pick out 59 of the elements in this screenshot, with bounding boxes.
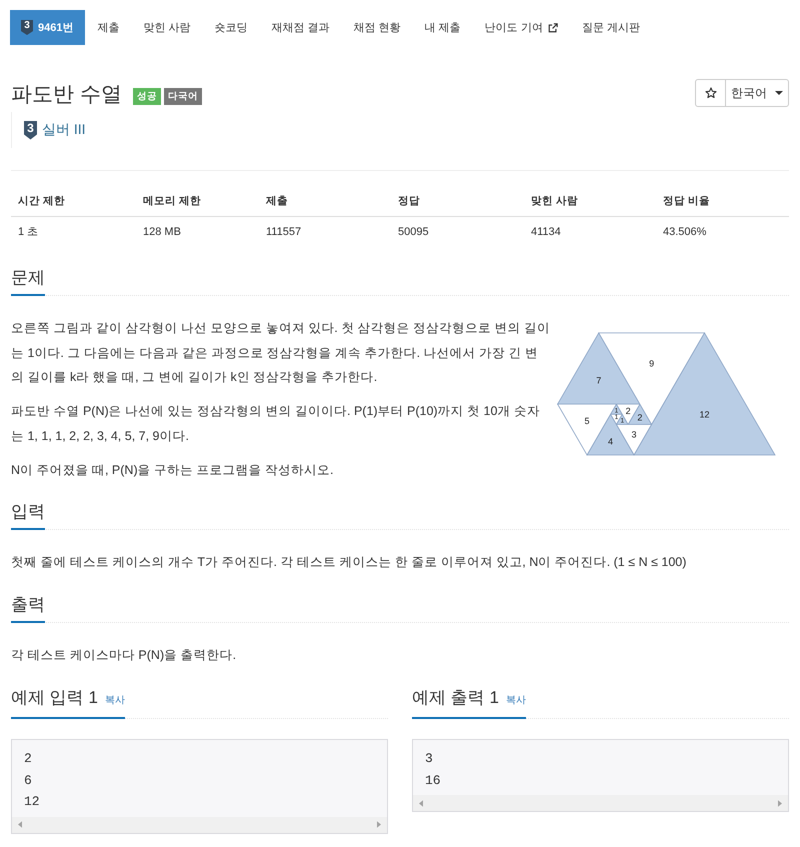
- problem-tag: 다국어: [164, 88, 202, 104]
- scroll-left-icon[interactable]: [419, 800, 423, 806]
- sample-text: 3 16: [424, 750, 442, 790]
- horizontal-scrollbar[interactable]: [12, 816, 387, 832]
- table-header-cell: 정답 비율: [656, 185, 789, 217]
- triangle-label: 4: [608, 436, 613, 446]
- sample-heading: 예제 출력 1: [412, 687, 499, 709]
- description-paragraph: 각 테스트 케이스마다 P(N)을 출력한다.: [11, 646, 238, 664]
- section-heading: 출력: [11, 588, 45, 622]
- section-heading: 문제: [11, 262, 45, 296]
- table-cell-text: 41134: [530, 225, 562, 240]
- nav-tab[interactable]: 채점 현황: [342, 10, 413, 45]
- scroll-right-icon[interactable]: [778, 800, 782, 806]
- table-cell-text: 128 MB: [142, 225, 182, 240]
- horizontal-scrollbar[interactable]: [413, 795, 788, 811]
- table-header-cell: 메모리 제한: [136, 185, 259, 217]
- triangle-label: 2: [637, 412, 642, 423]
- description-paragraph: N이 주어졌을 때, P(N)을 구하는 프로그램을 작성하시오.: [11, 462, 334, 479]
- table-header-cell: 정답: [391, 185, 524, 217]
- tier-badge: 3: [21, 20, 33, 35]
- triangle-label: 2: [626, 406, 631, 416]
- table-header-cell: 제출: [259, 185, 391, 217]
- external-link-icon: [548, 22, 558, 32]
- problem-title: 파도반 수열: [11, 82, 122, 108]
- nav-tab[interactable]: 3 9461번: [10, 10, 86, 45]
- sample-text: 2 6 12: [23, 750, 41, 811]
- problem-tag: 성공: [132, 88, 161, 104]
- scroll-right-icon[interactable]: [377, 821, 381, 828]
- copy-link[interactable]: 복사: [506, 685, 526, 717]
- table-header-cell: 맞힌 사람: [524, 185, 656, 217]
- tier-badge: 3: [24, 120, 37, 140]
- nav-tab[interactable]: 내 제출: [412, 10, 473, 45]
- table-cell-text: 1 초: [17, 225, 40, 240]
- description-paragraph: 오른쪽 그림과 같이 삼각형이 나선 모양으로 놓여져 있다. 첫 삼각형은 정삼각형으로 변의 길이는 1이다. 그 다음에는 다음과 같은 과정으로 정삼각형을 계속 추가한다. 나선에서 가장 긴 변의 길이를 k라 했을 때, 그 변에 길이가 k인 정삼각형을 추가한다.: [11, 320, 551, 386]
- triangle-label: 3: [632, 430, 636, 440]
- caret-icon: [775, 91, 783, 95]
- nav-tab[interactable]: 재채점 결과: [260, 10, 342, 45]
- scroll-left-icon[interactable]: [18, 821, 22, 828]
- table-cell-text: 50095: [397, 225, 430, 240]
- star-button[interactable]: [695, 79, 726, 107]
- table-cell-text: 43.506%: [662, 225, 708, 240]
- section-heading: 입력: [11, 496, 45, 530]
- nav-tab[interactable]: 숏코딩: [202, 10, 260, 45]
- triangle-label: 12: [700, 409, 710, 420]
- triangle-label: 9: [649, 358, 654, 368]
- table-header-cell: 시간 제한: [11, 185, 136, 217]
- language-dropdown[interactable]: 한국어: [725, 79, 789, 107]
- description-paragraph: 파도반 수열 P(N)은 나선에 있는 정삼각형의 변의 길이이다. P(1)부터 P(10)까지 첫 10개 숫자는 1, 1, 1, 2, 2, 3, 4, 5, 7, 9이다.: [11, 403, 541, 444]
- description-paragraph: 첫째 줄에 테스트 케이스의 개수 T가 주어진다. 각 테스트 케이스는 한 줄로 이루어져 있고, N이 주어진다. (1 ≤ N ≤ 100): [11, 554, 688, 571]
- nav-tab[interactable]: 질문 게시판: [570, 10, 652, 45]
- copy-link[interactable]: 복사: [104, 685, 125, 717]
- triangle-label: 5: [584, 416, 590, 426]
- sample-heading: 예제 입력 1: [11, 687, 98, 709]
- nav-tab[interactable]: 맞힌 사람: [131, 10, 203, 45]
- table-cell-text: 111557: [265, 225, 302, 240]
- nav-tab[interactable]: 제출: [85, 10, 132, 45]
- triangle-label: 7: [596, 375, 602, 386]
- nav-tab[interactable]: 난이도 기여: [472, 10, 570, 45]
- tier-link[interactable]: 실버 III: [42, 121, 86, 139]
